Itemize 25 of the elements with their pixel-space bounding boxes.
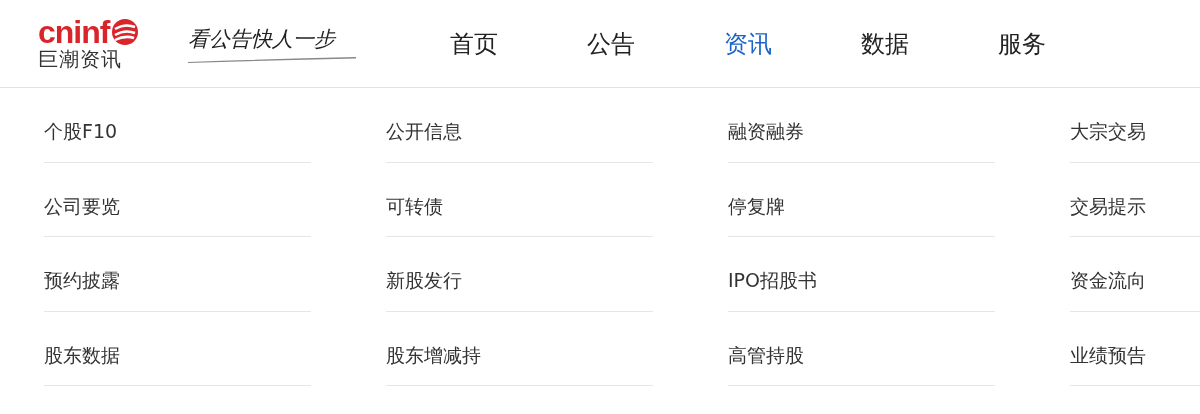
logo-icon: [111, 17, 140, 46]
menu-link[interactable]: 可转债: [386, 162, 653, 237]
logo-name: 巨潮资讯: [38, 46, 123, 71]
menu-link[interactable]: 资金流向: [1070, 237, 1200, 312]
menu-link[interactable]: 大宗交易: [1070, 88, 1200, 163]
menu-link[interactable]: 业绩预告: [1070, 311, 1200, 386]
menu-link[interactable]: 高管持股: [728, 311, 995, 386]
nav-tab[interactable]: 公告: [587, 27, 724, 60]
menu-link[interactable]: 公司要览: [44, 162, 311, 237]
nav-tab[interactable]: 首页: [450, 27, 587, 60]
slogan: 看公告快人一步: [188, 25, 338, 53]
menu-link[interactable]: 交易提示: [1070, 162, 1200, 237]
menu-link[interactable]: 股东数据: [44, 311, 311, 386]
menu-link[interactable]: 个股F10: [44, 88, 311, 163]
nav-tab[interactable]: 数据: [861, 27, 998, 60]
menu-link[interactable]: 公开信息: [386, 88, 653, 163]
logo-wordmark: cninf: [38, 16, 110, 47]
nav-tab[interactable]: 资讯: [724, 27, 861, 60]
menu-link[interactable]: 融资融券: [728, 88, 995, 163]
menu-link[interactable]: 预约披露: [44, 237, 311, 312]
menu-link[interactable]: 股东增减持: [386, 311, 653, 386]
menu-link[interactable]: IPO招股书: [728, 237, 995, 312]
menu-link[interactable]: 新股发行: [386, 237, 653, 312]
menu-link[interactable]: 停复牌: [728, 162, 995, 237]
nav-tab[interactable]: 服务: [998, 27, 1135, 60]
